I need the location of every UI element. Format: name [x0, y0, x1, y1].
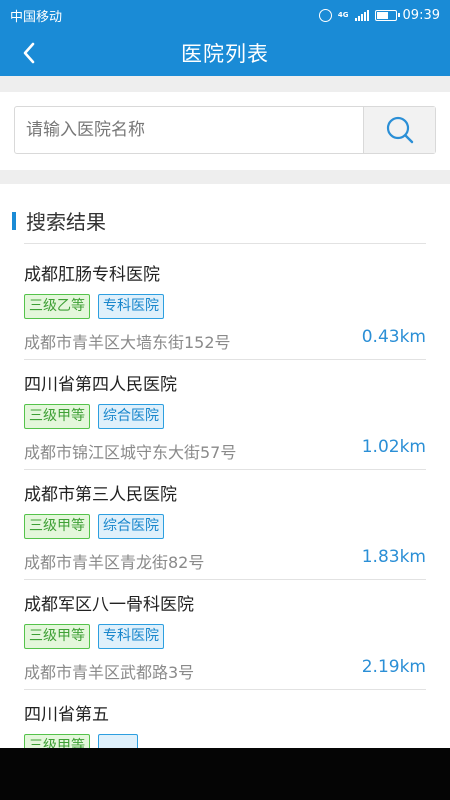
level-tag: 三级甲等: [24, 404, 90, 429]
divider: [24, 689, 426, 690]
chevron-left-icon: [23, 42, 35, 64]
alarm-icon: [318, 8, 332, 22]
hospital-address: 成都市青羊区大墙东街152号: [24, 333, 231, 352]
status-icons: 4G 09:39: [318, 7, 440, 23]
hospital-list: 成都肛肠专科医院 三级乙等 专科医院 成都市青羊区大墙东街152号 0.43km…: [0, 254, 450, 800]
level-tag: 三级乙等: [24, 294, 90, 319]
hospital-distance: 1.83km: [361, 547, 426, 567]
results-panel: 搜索结果 成都肛肠专科医院 三级乙等 专科医院 成都市青羊区大墙东街152号 0…: [0, 184, 450, 800]
section-accent-bar: [12, 211, 16, 230]
hospital-distance: 0.43km: [361, 327, 426, 347]
network-type-label: 4G: [337, 11, 349, 19]
title-bar: 医院列表: [0, 30, 450, 76]
hospital-name: 成都市第三人民医院: [24, 485, 177, 505]
level-tag: 三级甲等: [24, 624, 90, 649]
type-tag: 专科医院: [98, 294, 164, 319]
search-panel: [0, 92, 450, 170]
hospital-list-item[interactable]: 成都肛肠专科医院 三级乙等 专科医院 成都市青羊区大墙东街152号 0.43km: [0, 254, 450, 364]
hospital-name: 成都军区八一骨科医院: [24, 595, 194, 615]
type-tag: 专科医院: [98, 624, 164, 649]
search-input[interactable]: [15, 107, 363, 153]
hospital-list-item[interactable]: 成都市第三人民医院 三级甲等 综合医院 成都市青羊区青龙街82号 1.83km: [0, 474, 450, 584]
hospital-address: 成都市锦江区城守东大街57号: [24, 443, 237, 462]
search-icon: [386, 116, 413, 144]
section-title: 搜索结果: [26, 210, 106, 234]
hospital-distance: 1.02km: [361, 437, 426, 457]
search-button[interactable]: [363, 107, 435, 153]
hospital-name: 四川省第四人民医院: [24, 375, 177, 395]
divider: [24, 469, 426, 470]
tag-group: 三级甲等 专科医院: [24, 624, 164, 649]
hospital-list-item[interactable]: 成都军区八一骨科医院 三级甲等 专科医院 成都市青羊区武都路3号 2.19km: [0, 584, 450, 694]
hospital-address: 成都市青羊区青龙街82号: [24, 553, 205, 572]
section-header: 搜索结果: [12, 206, 106, 235]
tag-group: 三级乙等 专科医院: [24, 294, 164, 319]
battery-icon: [374, 9, 400, 21]
navigation-bar-area: [0, 748, 450, 800]
signal-icon: [354, 9, 369, 21]
type-tag: 综合医院: [98, 404, 164, 429]
tag-group: 三级甲等 综合医院: [24, 404, 164, 429]
page-title: 医院列表: [181, 42, 269, 66]
divider: [24, 243, 426, 244]
level-tag: 三级甲等: [24, 514, 90, 539]
tag-group: 三级甲等 综合医院: [24, 514, 164, 539]
type-tag: 综合医院: [98, 514, 164, 539]
hospital-address: 成都市青羊区武都路3号: [24, 663, 195, 682]
hospital-distance: 2.19km: [361, 657, 426, 677]
status-bar: 中国移动 4G 09:39: [0, 0, 450, 30]
clock: 09:39: [402, 7, 440, 23]
search-box: [14, 106, 436, 154]
hospital-list-item[interactable]: 四川省第四人民医院 三级甲等 综合医院 成都市锦江区城守东大街57号 1.02k…: [0, 364, 450, 474]
hospital-name: 成都肛肠专科医院: [24, 265, 160, 285]
divider: [24, 579, 426, 580]
back-button[interactable]: [14, 38, 44, 68]
battery-level: [376, 11, 389, 19]
hospital-name: 四川省第五: [24, 705, 109, 725]
carrier-label: 中国移动: [10, 9, 63, 25]
divider: [24, 359, 426, 360]
